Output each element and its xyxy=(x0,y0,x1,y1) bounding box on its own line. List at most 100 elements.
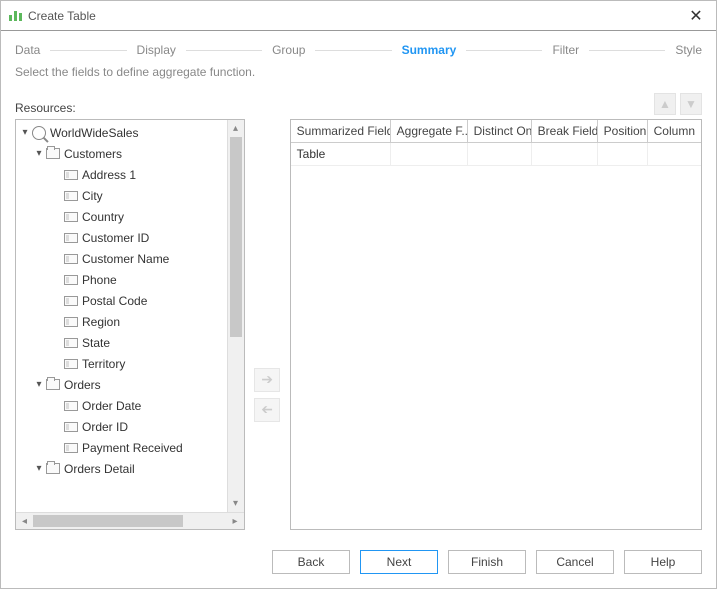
tree-field[interactable]: ▾Order ID xyxy=(16,416,244,437)
tree-label: Region xyxy=(82,315,120,329)
tree-label: Customers xyxy=(64,147,122,161)
tree-folder-customers[interactable]: ▾ Customers xyxy=(16,143,244,164)
step-group[interactable]: Group xyxy=(272,43,305,57)
tree-field[interactable]: ▾City xyxy=(16,185,244,206)
tree-label: Order ID xyxy=(82,420,128,434)
grid-cell[interactable] xyxy=(532,143,598,165)
finish-button[interactable]: Finish xyxy=(448,550,526,574)
scroll-right-icon[interactable]: ▸ xyxy=(227,513,244,530)
main-panel: ▾ WorldWideSales ▾ Customers ▾Address 1 … xyxy=(1,115,716,540)
tree-root[interactable]: ▾ WorldWideSales xyxy=(16,122,244,143)
grid-cell[interactable] xyxy=(598,143,648,165)
resources-header: Resources: ▲ ▼ xyxy=(1,93,716,115)
tree-label: Address 1 xyxy=(82,168,136,182)
tree-folder-orders-detail[interactable]: ▾ Orders Detail xyxy=(16,458,244,479)
tree-label: Postal Code xyxy=(82,294,147,308)
folder-icon xyxy=(46,463,60,474)
resources-label: Resources: xyxy=(15,101,76,115)
field-icon xyxy=(64,401,78,411)
grid-cell[interactable] xyxy=(648,143,701,165)
step-filter[interactable]: Filter xyxy=(552,43,579,57)
move-down-button[interactable]: ▼ xyxy=(680,93,702,115)
tree-field[interactable]: ▾Address 1 xyxy=(16,164,244,185)
next-button[interactable]: Next xyxy=(360,550,438,574)
grid-col-distinct[interactable]: Distinct On xyxy=(468,120,532,142)
step-display[interactable]: Display xyxy=(137,43,176,57)
wizard-steps: Data Display Group Summary Filter Style xyxy=(1,31,716,65)
magnifier-icon xyxy=(32,126,46,140)
field-icon xyxy=(64,212,78,222)
scrollbar-thumb[interactable] xyxy=(33,515,183,527)
chevron-down-icon[interactable]: ▾ xyxy=(34,464,44,474)
step-data[interactable]: Data xyxy=(15,43,40,57)
grid-cell[interactable] xyxy=(391,143,468,165)
step-summary[interactable]: Summary xyxy=(402,43,457,57)
field-icon xyxy=(64,338,78,348)
field-icon xyxy=(64,359,78,369)
field-icon xyxy=(64,296,78,306)
horizontal-scrollbar[interactable]: ◂ ▸ xyxy=(16,512,244,529)
grid-cell[interactable]: Table xyxy=(291,143,391,165)
add-field-button[interactable]: ➔ xyxy=(254,368,280,392)
tree-field[interactable]: ▾Customer Name xyxy=(16,248,244,269)
wizard-subtitle: Select the fields to define aggregate fu… xyxy=(1,65,716,89)
cancel-button[interactable]: Cancel xyxy=(536,550,614,574)
tree-label: Country xyxy=(82,210,124,224)
tree-label: WorldWideSales xyxy=(50,126,138,140)
grid-cell[interactable] xyxy=(468,143,532,165)
tree-label: Phone xyxy=(82,273,117,287)
chevron-down-icon[interactable]: ▾ xyxy=(20,128,30,138)
resource-tree[interactable]: ▾ WorldWideSales ▾ Customers ▾Address 1 … xyxy=(15,119,245,530)
field-icon xyxy=(64,233,78,243)
summary-grid[interactable]: Summarized Fields Aggregate F... Distinc… xyxy=(290,119,702,530)
help-button[interactable]: Help xyxy=(624,550,702,574)
tree-field[interactable]: ▾Territory xyxy=(16,353,244,374)
tree-label: Orders Detail xyxy=(64,462,135,476)
tree-field[interactable]: ▾Country xyxy=(16,206,244,227)
grid-col-position[interactable]: Position xyxy=(598,120,648,142)
grid-row[interactable]: Table xyxy=(291,143,701,166)
window-title: Create Table xyxy=(28,9,96,23)
step-separator xyxy=(186,50,262,51)
tree-field[interactable]: ▾Postal Code xyxy=(16,290,244,311)
field-icon xyxy=(64,317,78,327)
move-up-button[interactable]: ▲ xyxy=(654,93,676,115)
tree-field[interactable]: ▾Customer ID xyxy=(16,227,244,248)
step-separator xyxy=(589,50,665,51)
app-icon xyxy=(9,11,22,21)
chevron-down-icon[interactable]: ▾ xyxy=(34,380,44,390)
tree-folder-orders[interactable]: ▾ Orders xyxy=(16,374,244,395)
tree-field[interactable]: ▾State xyxy=(16,332,244,353)
step-separator xyxy=(315,50,391,51)
scroll-left-icon[interactable]: ◂ xyxy=(16,513,33,530)
field-icon xyxy=(64,422,78,432)
vertical-scrollbar[interactable]: ▴ ▾ xyxy=(227,120,244,512)
grid-col-column[interactable]: Column xyxy=(648,120,701,142)
step-style[interactable]: Style xyxy=(675,43,702,57)
tree-field[interactable]: ▾Phone xyxy=(16,269,244,290)
scroll-down-icon[interactable]: ▾ xyxy=(228,495,244,512)
scroll-up-icon[interactable]: ▴ xyxy=(228,120,244,137)
step-separator xyxy=(466,50,542,51)
field-icon xyxy=(64,275,78,285)
back-button[interactable]: Back xyxy=(272,550,350,574)
scrollbar-thumb[interactable] xyxy=(230,137,242,337)
grid-header: Summarized Fields Aggregate F... Distinc… xyxy=(291,120,701,143)
nav-arrows: ▲ ▼ xyxy=(654,93,702,115)
tree-field[interactable]: ▾Region xyxy=(16,311,244,332)
grid-col-break[interactable]: Break Field xyxy=(532,120,598,142)
grid-col-aggregate[interactable]: Aggregate F... xyxy=(391,120,468,142)
dialog-buttons: Back Next Finish Cancel Help xyxy=(1,540,716,588)
close-icon[interactable]: ✕ xyxy=(684,6,708,26)
tree-label: Customer Name xyxy=(82,252,169,266)
tree-label: Customer ID xyxy=(82,231,149,245)
tree-field[interactable]: ▾Payment Received xyxy=(16,437,244,458)
grid-col-summarized[interactable]: Summarized Fields xyxy=(291,120,391,142)
field-icon xyxy=(64,191,78,201)
tree-label: Territory xyxy=(82,357,125,371)
tree-label: State xyxy=(82,336,110,350)
field-icon xyxy=(64,443,78,453)
remove-field-button[interactable]: ➔ xyxy=(254,398,280,422)
chevron-down-icon[interactable]: ▾ xyxy=(34,149,44,159)
tree-field[interactable]: ▾Order Date xyxy=(16,395,244,416)
